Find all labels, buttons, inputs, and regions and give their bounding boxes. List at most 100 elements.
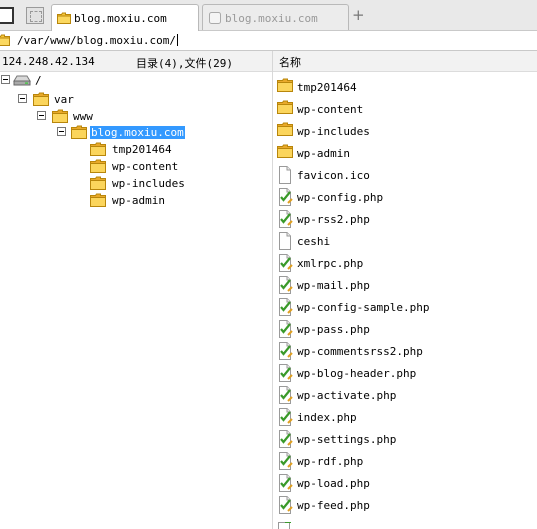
folder-icon — [90, 176, 106, 190]
file-list-item[interactable]: ceshi — [277, 231, 535, 251]
file-list-item[interactable]: wp-blog-header.php — [277, 363, 535, 383]
folder-icon — [277, 144, 293, 158]
folder-icon — [0, 34, 10, 46]
file-list-item[interactable]: wp-config.php — [277, 187, 535, 207]
file-name: wp-load.php — [297, 477, 370, 490]
collapse-toggle-icon[interactable] — [57, 127, 66, 136]
file-name: wp-mail.php — [297, 279, 370, 292]
file-list-item[interactable]: wp-activate.php — [277, 385, 535, 405]
address-path-text: /var/www/blog.moxiu.com/ — [17, 34, 176, 47]
file-list-item[interactable]: index.php — [277, 407, 535, 427]
php-file-icon — [277, 496, 293, 514]
tree-node-label: www — [73, 110, 93, 123]
file-name: wp-admin — [297, 147, 350, 160]
tree-node-wp-content[interactable]: wp-content — [0, 159, 270, 175]
php-file-icon — [277, 386, 293, 404]
file-list-item[interactable]: xmlrpc.php — [277, 253, 535, 273]
php-file-icon — [277, 408, 293, 426]
file-name: wp-includes — [297, 125, 370, 138]
php-file-icon — [277, 210, 293, 228]
file-icon — [277, 166, 293, 184]
tab-active[interactable]: blog.moxiu.com — [51, 4, 199, 31]
file-name: wp-rdf.php — [297, 455, 364, 468]
file-name: wp-blog-header.php — [297, 367, 417, 380]
tree-node-tmp201464[interactable]: tmp201464 — [0, 142, 270, 158]
file-list-item[interactable]: wp-load.php — [277, 473, 535, 493]
tab-inactive[interactable]: blog.moxiu.com — [202, 4, 349, 30]
tab-title: blog.moxiu.com — [225, 12, 318, 25]
folder-icon — [90, 193, 106, 207]
file-list-item[interactable]: wp-commentsrss2.php — [277, 341, 535, 361]
tree-node-label: wp-content — [112, 160, 179, 173]
folder-icon — [277, 100, 293, 114]
file-name: wp-content — [297, 103, 364, 116]
tab-title: blog.moxiu.com — [74, 12, 167, 25]
php-file-icon — [277, 474, 293, 492]
tree-node-blog-moxiu-com[interactable]: blog.moxiu.com — [0, 125, 270, 141]
file-name: ceshi — [297, 235, 331, 248]
php-file-icon — [277, 364, 293, 382]
folder-icon — [90, 142, 106, 156]
file-list-item[interactable]: favicon.ico — [277, 165, 535, 185]
php-file-icon — [277, 452, 293, 470]
file-name: wp-config.php — [297, 191, 384, 204]
collapse-toggle-icon[interactable] — [1, 75, 10, 84]
file-list-item[interactable]: wp-settings.php — [277, 429, 535, 449]
column-divider[interactable] — [272, 51, 273, 72]
address-bar[interactable]: /var/www/blog.moxiu.com/ — [0, 31, 537, 51]
name-column-header[interactable]: 名称 — [279, 54, 301, 70]
tree-node-var[interactable]: var — [0, 92, 270, 108]
tree-node-root[interactable]: / — [0, 73, 270, 89]
file-list-item[interactable]: wp-content — [277, 99, 535, 119]
collapse-toggle-icon[interactable] — [37, 111, 46, 120]
file-list-item[interactable]: wp-feed.php — [277, 495, 535, 515]
tree-node-www[interactable]: www — [0, 109, 270, 125]
file-name: xmlrpc.php — [297, 257, 364, 270]
tree-node-label: / — [35, 74, 42, 87]
file-name: wp-settings.php — [297, 433, 397, 446]
folder-icon — [52, 109, 68, 123]
pane-splitter[interactable] — [272, 72, 273, 529]
php-file-icon — [277, 276, 293, 294]
address-input[interactable]: /var/www/blog.moxiu.com/ — [17, 34, 178, 47]
file-list-item[interactable]: wp-pass.php — [277, 319, 535, 339]
php-file-icon — [277, 254, 293, 272]
file-list-item[interactable]: wp-rss2.php — [277, 209, 535, 229]
tree-node-label: blog.moxiu.com — [90, 126, 185, 139]
file-list-item[interactable]: wp-includes — [277, 121, 535, 141]
new-tab-plus-icon[interactable]: + — [352, 6, 365, 24]
drive-icon — [13, 73, 31, 87]
file-list-item[interactable]: wp-config-sample.php — [277, 297, 535, 317]
file-list-item[interactable]: wp-admin — [277, 143, 535, 163]
collapse-toggle-icon[interactable] — [18, 94, 27, 103]
file-name: wp-config-sample.php — [297, 301, 430, 314]
folder-icon — [90, 159, 106, 173]
file-list-item[interactable]: wp-rdf.php — [277, 451, 535, 471]
file-name: wp-rss2.php — [297, 213, 370, 226]
php-file-icon — [277, 298, 293, 316]
file-name: wp-feed.php — [297, 499, 370, 512]
tree-node-wp-admin[interactable]: wp-admin — [0, 193, 270, 209]
folder-icon — [71, 125, 87, 139]
folder-icon — [33, 92, 49, 106]
tree-node-wp-includes[interactable]: wp-includes — [0, 176, 270, 192]
file-name: tmp201464 — [297, 81, 357, 94]
panel-toggle-button[interactable] — [0, 7, 14, 24]
file-list-item[interactable]: tmp201464 — [277, 77, 535, 97]
file-name: index.php — [297, 411, 357, 424]
folder-icon — [277, 78, 293, 92]
php-file-icon — [277, 320, 293, 338]
tree-node-label: wp-includes — [112, 177, 185, 190]
folder-icon — [57, 12, 71, 24]
tree-node-label: tmp201464 — [112, 143, 172, 156]
tree-node-label: var — [54, 93, 74, 106]
php-file-icon — [277, 430, 293, 448]
file-list-item[interactable]: wp-mail.php — [277, 275, 535, 295]
file-name: wp-activate.php — [297, 389, 397, 402]
folder-icon — [277, 122, 293, 136]
file-icon — [277, 232, 293, 250]
tab-list-button[interactable] — [26, 7, 44, 24]
tree-node-label: wp-admin — [112, 194, 165, 207]
php-file-icon — [277, 342, 293, 360]
item-counts: 目录(4),文件(29) — [136, 57, 233, 70]
